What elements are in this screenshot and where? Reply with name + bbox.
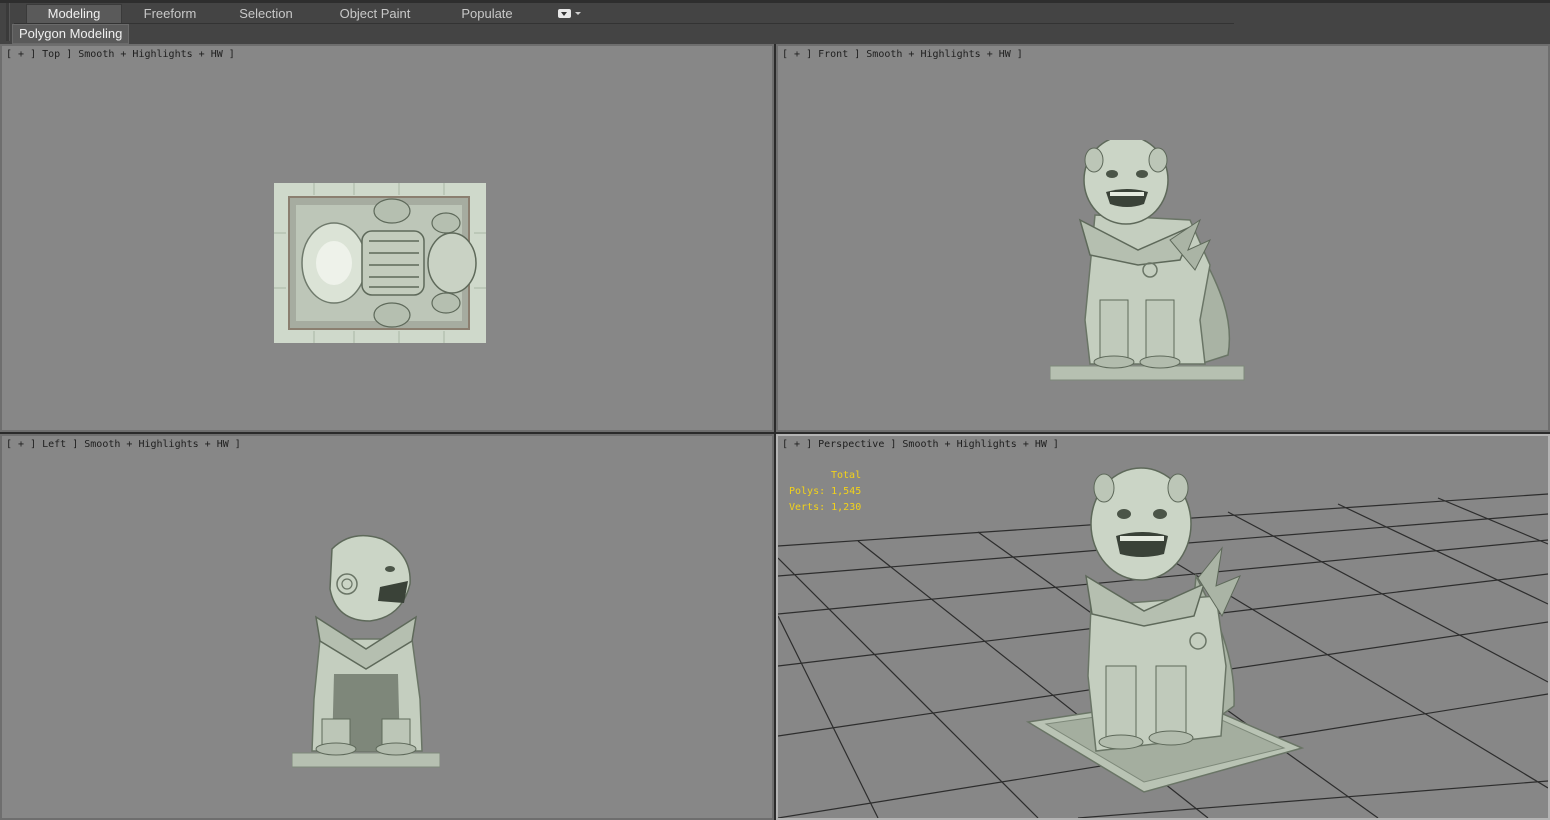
tab-selection[interactable]: Selection: [222, 5, 310, 23]
statue-top-view: [274, 183, 486, 343]
viewport-label-left[interactable]: [ + ] Left ] Smooth + Highlights + HW ]: [6, 439, 241, 450]
statue-left-view: [292, 534, 440, 768]
viewport-front[interactable]: [ + ] Front ] Smooth + Highlights + HW ]: [776, 44, 1550, 432]
statue-perspective-view: [1026, 467, 1304, 793]
tab-object-paint[interactable]: Object Paint: [330, 5, 420, 23]
scene-statistics: Total Polys: 1,545 Verts: 1,230: [789, 468, 861, 516]
stats-title: Total: [831, 470, 862, 481]
tab-freeform[interactable]: Freeform: [126, 5, 214, 23]
viewport-label-top[interactable]: [ + ] Top ] Smooth + Highlights + HW ]: [6, 49, 235, 60]
dropdown-box-icon: [558, 9, 571, 18]
tab-modeling[interactable]: Modeling: [26, 4, 122, 23]
ribbon-grip-handle[interactable]: [6, 3, 10, 41]
chevron-down-icon: [575, 12, 581, 15]
viewport-left[interactable]: [ + ] Left ] Smooth + Highlights + HW ]: [0, 434, 774, 820]
panel-polygon-modeling[interactable]: Polygon Modeling: [12, 24, 130, 44]
stats-verts: Verts: 1,230: [789, 502, 862, 513]
viewport-label-perspective[interactable]: [ + ] Perspective ] Smooth + Highlights …: [782, 439, 1059, 450]
statue-front-view: [1050, 140, 1245, 381]
ribbon-options-dropdown[interactable]: [558, 9, 581, 21]
ribbon-tab-bar: Modeling Freeform Selection Object Paint…: [14, 3, 1234, 24]
viewport-perspective[interactable]: [ + ] Perspective ] Smooth + Highlights …: [776, 434, 1550, 820]
stats-polys: Polys: 1,545: [789, 486, 862, 497]
viewport-top[interactable]: [ + ] Top ] Smooth + Highlights + HW ]: [0, 44, 774, 432]
viewport-label-front[interactable]: [ + ] Front ] Smooth + Highlights + HW ]: [782, 49, 1023, 60]
ribbon: Modeling Freeform Selection Object Paint…: [0, 0, 1550, 44]
tab-populate[interactable]: Populate: [450, 5, 524, 23]
